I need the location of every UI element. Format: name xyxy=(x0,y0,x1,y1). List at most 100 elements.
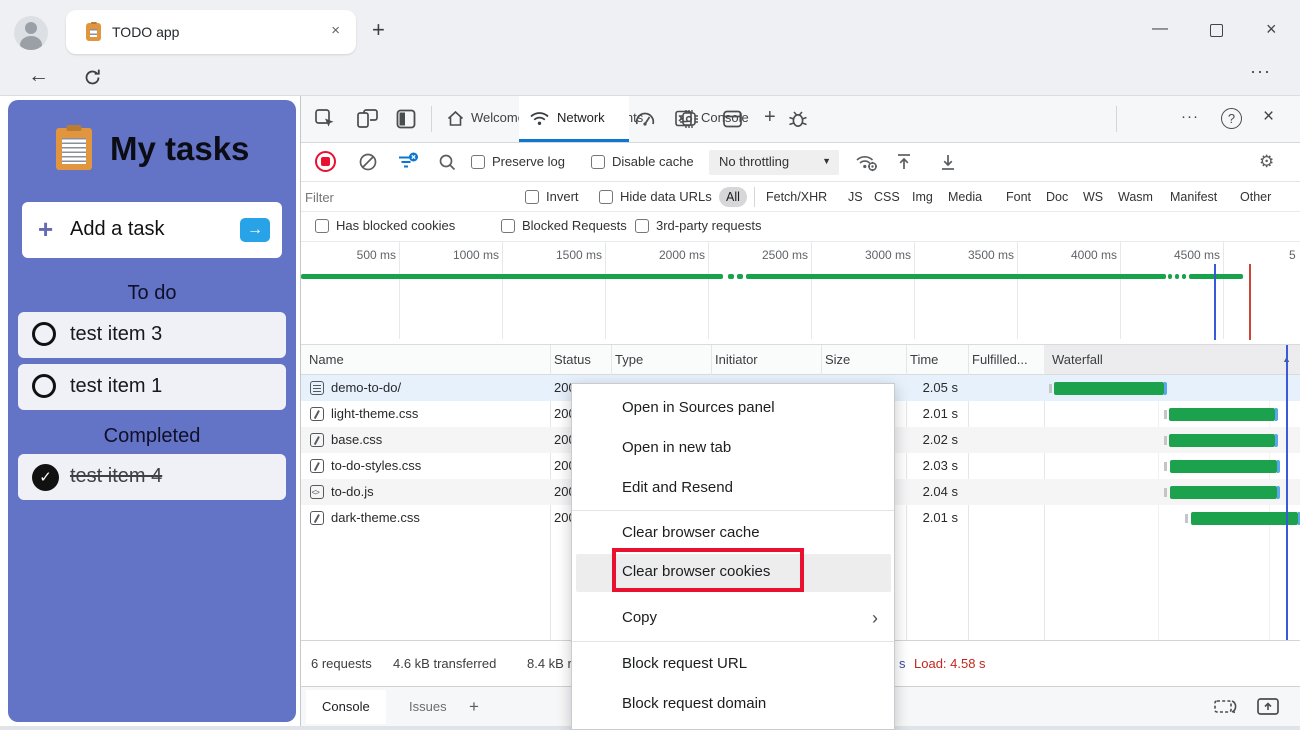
new-tab-button[interactable]: + xyxy=(372,17,385,43)
application-panel-icon[interactable] xyxy=(722,109,743,129)
column-header-status[interactable]: Status xyxy=(554,352,591,367)
stylesheet-file-icon xyxy=(310,459,324,473)
completed-task-item[interactable]: ✓ test item 4 xyxy=(18,454,286,500)
filter-pill[interactable]: Fetch/XHR xyxy=(759,187,834,207)
dock-side-button[interactable] xyxy=(395,108,417,130)
filter-input[interactable] xyxy=(305,186,517,208)
task-item[interactable]: test item 3 xyxy=(18,312,286,358)
menu-item-block-request-url[interactable]: Block request URL xyxy=(572,644,894,684)
filter-button[interactable] xyxy=(396,152,420,172)
timeline-tick: 3000 ms xyxy=(851,248,911,262)
invert-checkbox[interactable] xyxy=(525,190,539,204)
network-conditions-icon[interactable] xyxy=(855,152,879,173)
network-settings-gear-icon[interactable]: ⚙ xyxy=(1259,152,1274,172)
browser-more-menu-button[interactable]: ··· xyxy=(1250,61,1271,82)
has-blocked-cookies-label: Has blocked cookies xyxy=(336,218,455,233)
export-har-icon[interactable] xyxy=(939,152,957,172)
add-task-input[interactable]: + Add a task → xyxy=(22,202,282,258)
column-header-name[interactable]: Name xyxy=(309,352,344,367)
waterfall-bar xyxy=(1169,434,1275,447)
filter-pill[interactable]: Font xyxy=(999,187,1038,207)
devtools-more-menu-button[interactable]: ··· xyxy=(1181,108,1199,125)
stylesheet-file-icon xyxy=(310,407,324,421)
back-button[interactable]: ← xyxy=(28,64,49,88)
tab-strip: TODO app × + — × xyxy=(0,0,1300,60)
request-count: 6 requests xyxy=(311,656,372,671)
filter-pill-all[interactable]: All xyxy=(719,187,747,207)
window-maximize-button[interactable] xyxy=(1210,24,1223,37)
context-menu: Open in Sources panel Open in new tab Ed… xyxy=(571,383,895,730)
disable-cache-checkbox[interactable] xyxy=(591,155,605,169)
import-har-icon[interactable] xyxy=(895,152,913,172)
task-checkbox[interactable] xyxy=(32,322,56,346)
screencast-icon[interactable] xyxy=(1213,697,1239,717)
column-header-time[interactable]: Time xyxy=(910,352,938,367)
menu-item-clear-browser-cache[interactable]: Clear browser cache xyxy=(572,513,894,553)
blocked-requests-checkbox[interactable] xyxy=(501,219,515,233)
preserve-log-label: Preserve log xyxy=(492,154,565,169)
task-checked-icon[interactable]: ✓ xyxy=(32,464,59,491)
completed-section-heading: Completed xyxy=(8,425,296,448)
filter-pill[interactable]: Doc xyxy=(1039,187,1075,207)
filter-pill[interactable]: Manifest xyxy=(1163,187,1224,207)
expand-drawer-icon[interactable] xyxy=(1256,696,1280,717)
drawer-add-tab-button[interactable]: + xyxy=(453,690,495,724)
devtools-close-button[interactable]: × xyxy=(1263,106,1274,128)
tab-close-icon[interactable]: × xyxy=(331,22,340,39)
help-button[interactable]: ? xyxy=(1221,108,1242,129)
tab-welcome[interactable]: Welcome xyxy=(471,110,525,125)
drawer-tab-console[interactable]: Console xyxy=(306,690,386,724)
filter-pill[interactable]: CSS xyxy=(867,187,907,207)
hide-data-urls-checkbox[interactable] xyxy=(599,190,613,204)
script-file-icon xyxy=(310,485,324,499)
browser-tab[interactable]: TODO app × xyxy=(66,10,356,54)
search-icon[interactable] xyxy=(438,153,457,172)
network-overview-timeline[interactable]: 500 ms 1000 ms 1500 ms 2000 ms 2500 ms 3… xyxy=(301,242,1300,345)
waterfall-dcl-line xyxy=(1286,345,1288,640)
menu-item-edit-and-resend[interactable]: Edit and Resend xyxy=(572,468,894,508)
filter-pill[interactable]: JS xyxy=(841,187,870,207)
filter-pill[interactable]: WS xyxy=(1076,187,1110,207)
menu-item-copy[interactable]: Copy › xyxy=(572,598,894,638)
performance-gauge-icon[interactable] xyxy=(634,109,656,129)
has-blocked-cookies-checkbox[interactable] xyxy=(315,219,329,233)
filter-pill[interactable]: Img xyxy=(905,187,940,207)
column-header-fulfilled[interactable]: Fulfilled... xyxy=(972,352,1028,367)
todo-app-panel: My tasks + Add a task → To do test item … xyxy=(8,100,296,722)
preserve-log-checkbox[interactable] xyxy=(471,155,485,169)
task-item[interactable]: test item 1 xyxy=(18,364,286,410)
submenu-arrow-icon: › xyxy=(872,598,878,638)
network-toolbar: Preserve log Disable cache No throttling… xyxy=(301,143,1300,182)
tab-title: TODO app xyxy=(112,24,179,40)
profile-avatar[interactable] xyxy=(14,16,48,50)
load-event-line xyxy=(1249,264,1251,340)
add-task-submit-button[interactable]: → xyxy=(240,218,270,242)
third-party-requests-checkbox[interactable] xyxy=(635,219,649,233)
inspect-element-button[interactable] xyxy=(314,108,336,130)
throttling-dropdown[interactable]: No throttling ▼ xyxy=(709,150,839,175)
record-network-log-button[interactable] xyxy=(315,151,336,172)
column-header-initiator[interactable]: Initiator xyxy=(715,352,758,367)
window-close-button[interactable]: × xyxy=(1266,19,1277,40)
filter-pill[interactable]: Media xyxy=(941,187,989,207)
window-minimize-button[interactable]: — xyxy=(1152,20,1168,38)
tab-network[interactable]: Network xyxy=(519,96,629,142)
column-header-waterfall[interactable]: Waterfall ▲ xyxy=(1044,345,1300,374)
chevron-down-icon: ▼ xyxy=(822,156,831,166)
menu-item-block-request-domain[interactable]: Block request domain xyxy=(572,684,894,724)
column-header-type[interactable]: Type xyxy=(615,352,643,367)
device-emulation-button[interactable] xyxy=(356,108,379,130)
menu-item-open-in-new-tab[interactable]: Open in new tab xyxy=(572,428,894,468)
filter-pill[interactable]: Other xyxy=(1233,187,1278,207)
timeline-tick: 5 xyxy=(1289,248,1300,262)
filter-pill[interactable]: Wasm xyxy=(1111,187,1160,207)
webpage-viewport: My tasks + Add a task → To do test item … xyxy=(0,96,300,726)
bug-icon[interactable] xyxy=(787,108,809,130)
column-header-size[interactable]: Size xyxy=(825,352,850,367)
menu-item-open-in-sources[interactable]: Open in Sources panel xyxy=(572,388,894,428)
add-devtools-tab-button[interactable]: + xyxy=(764,106,776,129)
clear-network-log-button[interactable] xyxy=(358,152,378,172)
task-checkbox[interactable] xyxy=(32,374,56,398)
refresh-button[interactable] xyxy=(82,67,103,88)
memory-chip-icon[interactable] xyxy=(678,108,700,130)
